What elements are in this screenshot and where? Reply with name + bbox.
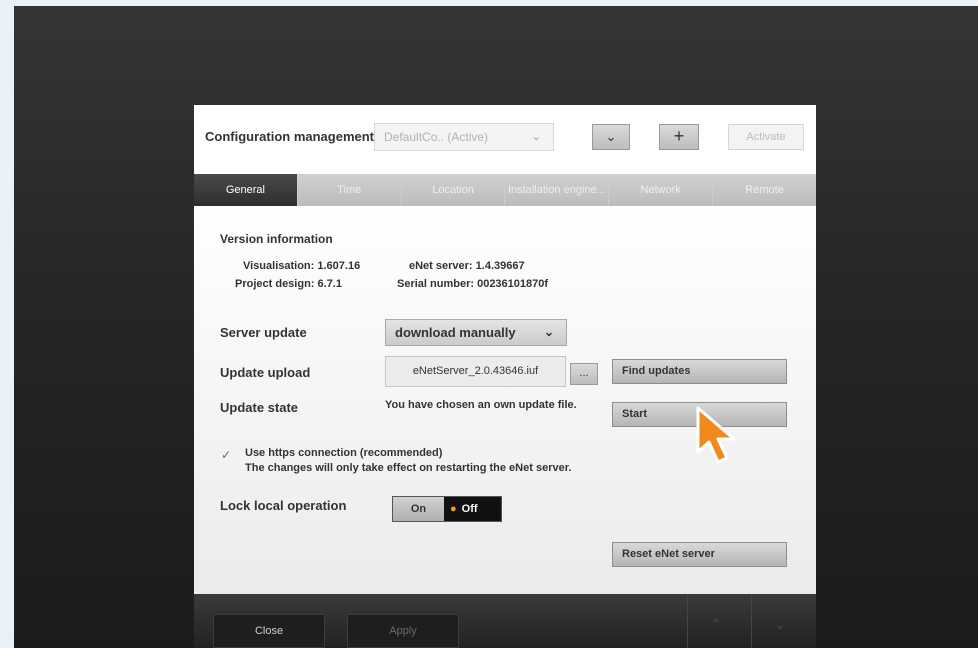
tab-general[interactable]: General (194, 174, 297, 206)
lock-on-option[interactable]: On (393, 497, 444, 521)
lock-local-operation-label: Lock local operation (220, 498, 347, 513)
footer-divider (687, 594, 688, 648)
visualisation-version: Visualisation: 1.607.16 (243, 260, 361, 272)
activate-button[interactable]: Activate (728, 124, 804, 150)
find-updates-button[interactable]: Find updates (612, 359, 787, 384)
settings-dialog: Configuration management DefaultCo.. (Ac… (194, 105, 816, 648)
chevron-down-icon: ⌄ (605, 129, 617, 144)
tab-remote[interactable]: Remote (712, 174, 816, 206)
tab-bar: General Time Location Installation engin… (194, 174, 816, 206)
project-design-version: Project design: 6.7.1 (235, 278, 342, 290)
add-configuration-button[interactable]: + (659, 124, 699, 150)
version-info-title: Version information (220, 232, 333, 246)
configuration-select[interactable]: DefaultCo.. (Active) ⌄ (374, 123, 554, 151)
dialog-footer: Close Apply ⌃ ⌄ (194, 594, 816, 648)
https-checkbox[interactable]: ✓ (221, 448, 231, 462)
general-panel: Version information Visualisation: 1.607… (194, 206, 816, 594)
update-file-field[interactable]: eNetServer_2.0.43646.iuf (385, 356, 566, 387)
lock-off-option[interactable]: ● Off (444, 497, 501, 521)
chevron-down-icon: ⌄ (531, 131, 541, 143)
update-upload-label: Update upload (220, 365, 311, 380)
configuration-label: Configuration management (205, 129, 375, 144)
reset-enet-server-button[interactable]: Reset eNet server (612, 542, 787, 567)
footer-divider (751, 594, 752, 648)
serial-number: Serial number: 00236101870f (397, 278, 549, 290)
update-state-value: You have chosen an own update file. (385, 399, 577, 411)
tab-location[interactable]: Location (400, 174, 505, 206)
lock-off-label: Off (461, 503, 478, 515)
chevron-down-icon: ⌄ (543, 325, 554, 339)
tab-installation-engineer[interactable]: Installation engine... (504, 174, 608, 206)
scroll-up-icon[interactable]: ⌃ (710, 616, 722, 633)
tab-time[interactable]: Time (296, 174, 401, 206)
enet-server-version: eNet server: 1.4.39667 (409, 260, 525, 272)
https-label: Use https connection (recommended) (245, 447, 443, 459)
server-update-value: download manually (395, 325, 516, 340)
update-state-label: Update state (220, 400, 299, 415)
apply-button[interactable]: Apply (347, 614, 459, 648)
lock-toggle[interactable]: On ● Off (392, 496, 502, 522)
https-note: The changes will only take effect on res… (245, 462, 572, 474)
plus-icon: + (673, 126, 685, 146)
server-update-select[interactable]: download manually ⌄ (385, 319, 567, 346)
selected-dot-icon: ● (450, 503, 457, 515)
tab-network[interactable]: Network (608, 174, 712, 206)
server-update-label: Server update (220, 325, 307, 340)
browse-button[interactable]: ... (570, 363, 598, 385)
close-button[interactable]: Close (213, 614, 325, 648)
configuration-bar: Configuration management DefaultCo.. (Ac… (194, 105, 816, 174)
configuration-select-value: DefaultCo.. (Active) (384, 130, 489, 144)
pointer-cursor-icon (696, 406, 736, 464)
configuration-menu-button[interactable]: ⌄ (592, 124, 630, 150)
scroll-down-icon[interactable]: ⌄ (774, 616, 786, 633)
